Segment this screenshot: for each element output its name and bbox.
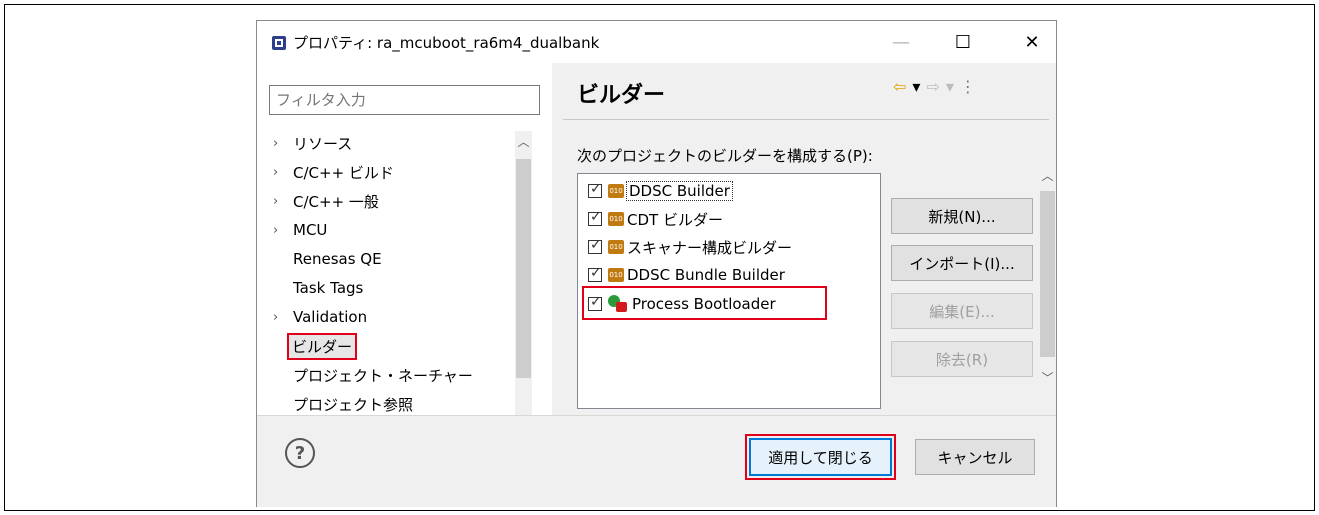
apply-and-close-button[interactable]: 適用して閉じる	[749, 438, 892, 476]
minimize-button[interactable]: —	[877, 21, 925, 63]
properties-dialog: プロパティ: ra_mcuboot_ra6m4_dualbank — ☐ ✕ ›…	[256, 20, 1057, 507]
page-navigation: ⇦ ▾ ⇨ ▾ ⋮	[893, 77, 982, 96]
tree-scrollbar[interactable]: ︿ ﹀	[515, 131, 532, 435]
highlight-frame: 適用して閉じる	[745, 434, 896, 480]
chevron-right-icon[interactable]: ›	[273, 310, 278, 325]
builder-list: 010 DDSC Builder 010 CDT ビルダー 010 スキャナー構…	[577, 173, 881, 409]
chevron-right-icon[interactable]: ›	[273, 223, 278, 238]
builder-name: DDSC Bundle Builder	[627, 266, 785, 284]
section-label: 次のプロジェクトのビルダーを構成する(P):	[577, 147, 873, 165]
tree-item-label: C/C++ 一般	[293, 192, 379, 211]
list-item[interactable]: 010 CDT ビルダー	[588, 206, 723, 232]
eclipse-app-icon	[272, 36, 286, 50]
tree-item-label: MCU	[293, 221, 328, 239]
binary-builder-icon: 010	[608, 184, 624, 198]
tree-item-label: C/C++ ビルド	[293, 163, 394, 182]
view-menu-icon[interactable]: ⋮	[960, 77, 976, 96]
filter-input[interactable]	[270, 86, 539, 114]
tree-item-label: ビルダー	[287, 332, 358, 360]
list-item[interactable]: 010 DDSC Builder	[588, 178, 733, 204]
tree-item-label: プロジェクト参照	[293, 395, 414, 414]
scroll-up-icon[interactable]: ︿	[515, 133, 532, 153]
checkbox[interactable]	[588, 209, 602, 226]
scroll-thumb[interactable]	[1040, 191, 1055, 357]
builder-name: スキャナー構成ビルダー	[627, 238, 793, 257]
title-bar: プロパティ: ra_mcuboot_ra6m4_dualbank — ☐ ✕	[257, 21, 1056, 63]
remove-button[interactable]: 除去(R)	[891, 341, 1033, 377]
list-item[interactable]: 010 DDSC Bundle Builder	[588, 262, 785, 288]
divider	[563, 119, 1049, 120]
tree-item-label: Validation	[293, 308, 368, 326]
chevron-right-icon[interactable]: ›	[273, 165, 278, 180]
tree-item-label: Task Tags	[293, 279, 364, 297]
back-arrow-icon[interactable]: ⇦	[893, 77, 906, 96]
edit-button[interactable]: 編集(E)...	[891, 293, 1033, 329]
list-item[interactable]: 010 スキャナー構成ビルダー	[588, 234, 792, 260]
chevron-down-icon[interactable]: ▾	[912, 77, 920, 96]
cancel-button[interactable]: キャンセル	[915, 439, 1035, 475]
binary-builder-icon: 010	[608, 240, 624, 254]
scroll-thumb[interactable]	[516, 159, 531, 378]
page-scrollbar[interactable]: ︿ ﹀	[1039, 145, 1056, 415]
close-button[interactable]: ✕	[1008, 21, 1056, 63]
checkbox[interactable]	[588, 265, 602, 282]
chevron-right-icon[interactable]: ›	[273, 136, 278, 151]
window-title: プロパティ: ra_mcuboot_ra6m4_dualbank	[293, 34, 600, 52]
binary-builder-icon: 010	[608, 212, 624, 226]
import-button[interactable]: インポート(I)...	[891, 245, 1033, 281]
builder-name: DDSC Builder	[626, 181, 733, 201]
scroll-down-icon[interactable]: ﹀	[1039, 369, 1056, 389]
button-bar: ? 適用して閉じる キャンセル	[257, 415, 1056, 507]
builder-page: ビルダー ⇦ ▾ ⇨ ▾ ⋮ 次のプロジェクトのビルダーを構成する(P): 010 DD…	[555, 63, 1056, 415]
highlight-frame	[582, 286, 827, 320]
help-icon[interactable]: ?	[285, 438, 315, 468]
navigation-pane: › リソース › C/C++ ビルド › C/C++ 一般 › MCU Rene…	[257, 63, 552, 435]
checkbox[interactable]	[588, 237, 602, 254]
page-title: ビルダー	[577, 83, 666, 108]
chevron-down-icon[interactable]: ▾	[946, 77, 954, 96]
tree-item-label: プロジェクト・ネーチャー	[293, 366, 473, 385]
forward-arrow-icon[interactable]: ⇨	[926, 77, 939, 96]
filter-field[interactable]	[269, 85, 540, 115]
tree-item-label: リソース	[293, 134, 353, 153]
scroll-up-icon[interactable]: ︿	[1039, 167, 1056, 187]
chevron-right-icon[interactable]: ›	[273, 194, 278, 209]
binary-builder-icon: 010	[608, 268, 624, 282]
maximize-button[interactable]: ☐	[939, 21, 987, 63]
tree-item-label: Renesas QE	[293, 250, 382, 268]
builder-name: CDT ビルダー	[627, 210, 723, 229]
new-button[interactable]: 新規(N)...	[891, 198, 1033, 234]
checkbox[interactable]	[588, 181, 602, 198]
